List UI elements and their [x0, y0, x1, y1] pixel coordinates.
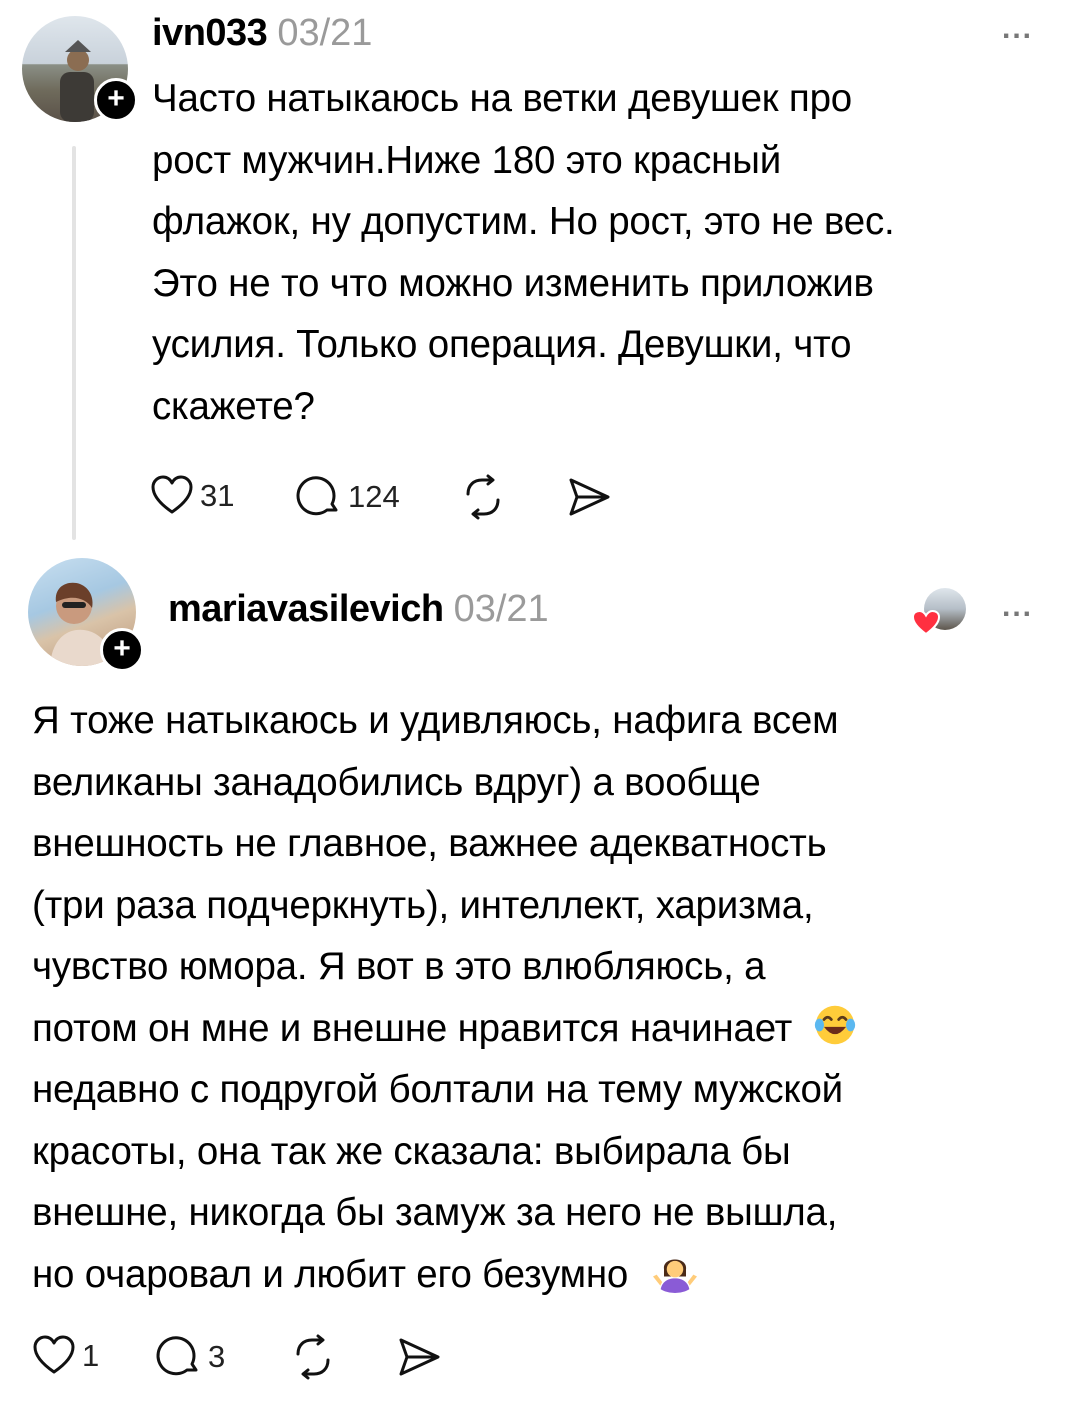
post-text: Часто натыкаюсь на ветки девушек про рос… — [152, 68, 1052, 437]
post-text-line: флажок, ну допустим. Но рост, это не вес… — [152, 200, 895, 243]
post-text-line: внешность не главное, важнее адекватност… — [32, 822, 827, 865]
post-text-line: Это не то что можно изменить приложив — [152, 261, 874, 305]
thread-line — [72, 146, 76, 540]
post-text-line: скажете? — [152, 384, 315, 428]
liked-by-author-badge[interactable] — [912, 586, 968, 636]
share-button[interactable] — [566, 474, 612, 525]
post-text-line: красоты, она так же сказала: выбирала бы — [32, 1129, 791, 1173]
woman-shrugging-emoji-icon — [652, 1259, 697, 1293]
post-text-line: усилия. Только операция. Девушки, что — [152, 323, 852, 366]
post-header: mariavasilevich 03/21 — [168, 588, 549, 631]
comment-icon — [296, 476, 338, 516]
like-button[interactable]: 1 — [32, 1334, 99, 1378]
post-text-line: недавно с подругой болтали на тему мужск… — [32, 1068, 843, 1111]
more-options-icon[interactable]: ... — [1002, 590, 1033, 624]
laughing-tears-emoji-icon — [814, 1005, 855, 1044]
reply-count: 3 — [208, 1339, 226, 1374]
post-text-line-with-emoji: но очаровал и любит его безумно — [32, 1244, 1062, 1306]
post-text: Я тоже натыкаюсь и удивляюсь, нафига все… — [32, 690, 1062, 1305]
share-icon — [399, 1338, 440, 1376]
follow-plus-icon[interactable]: + — [100, 628, 144, 672]
share-icon — [569, 478, 610, 516]
post-text-line-with-emoji: потом он мне и внешне нравится начинает — [32, 998, 1062, 1060]
like-button[interactable]: 31 — [150, 474, 234, 518]
repost-button[interactable] — [290, 1334, 336, 1385]
post-text-line: Я тоже натыкаюсь и удивляюсь, нафига все… — [32, 699, 839, 742]
post-text-line: но очаровал и любит его безумно — [32, 1252, 629, 1296]
post-header: ivn033 03/21 — [152, 12, 372, 55]
post-text-line: потом он мне и внешне нравится начинает — [32, 1006, 793, 1050]
username[interactable]: mariavasilevich — [168, 588, 444, 630]
post-time: 03/21 — [453, 588, 549, 630]
heart-icon — [912, 610, 940, 636]
post-text-line: Часто натыкаюсь на ветки девушек про — [152, 77, 852, 120]
post-text-line: чувство юмора. Я вот в это влюбляюсь, а — [32, 945, 766, 988]
post-text-line: рост мужчин.Ниже 180 это красный — [152, 138, 782, 182]
repost-button[interactable] — [460, 474, 506, 525]
heart-icon — [151, 475, 193, 514]
post-text-line: (три раза подчеркнуть), интеллект, хариз… — [32, 883, 814, 927]
comment-icon — [156, 1336, 198, 1376]
reply-button[interactable]: 124 — [296, 474, 400, 520]
post-time: 03/21 — [277, 12, 373, 54]
heart-icon — [33, 1335, 75, 1374]
post-text-line: великаны занадобились вдруг) а вообще — [32, 760, 761, 804]
reply-count: 124 — [348, 479, 400, 514]
share-button[interactable] — [396, 1334, 442, 1385]
like-count: 1 — [82, 1338, 100, 1373]
post-text-line: внешне, никогда бы замуж за него не вышл… — [32, 1191, 838, 1234]
repost-icon — [296, 1334, 330, 1380]
follow-plus-icon[interactable]: + — [94, 78, 138, 122]
username[interactable]: ivn033 — [152, 12, 268, 54]
like-count: 31 — [200, 478, 235, 513]
more-options-icon[interactable]: ... — [1002, 12, 1033, 46]
repost-icon — [466, 474, 500, 520]
reply-button[interactable]: 3 — [156, 1334, 225, 1380]
